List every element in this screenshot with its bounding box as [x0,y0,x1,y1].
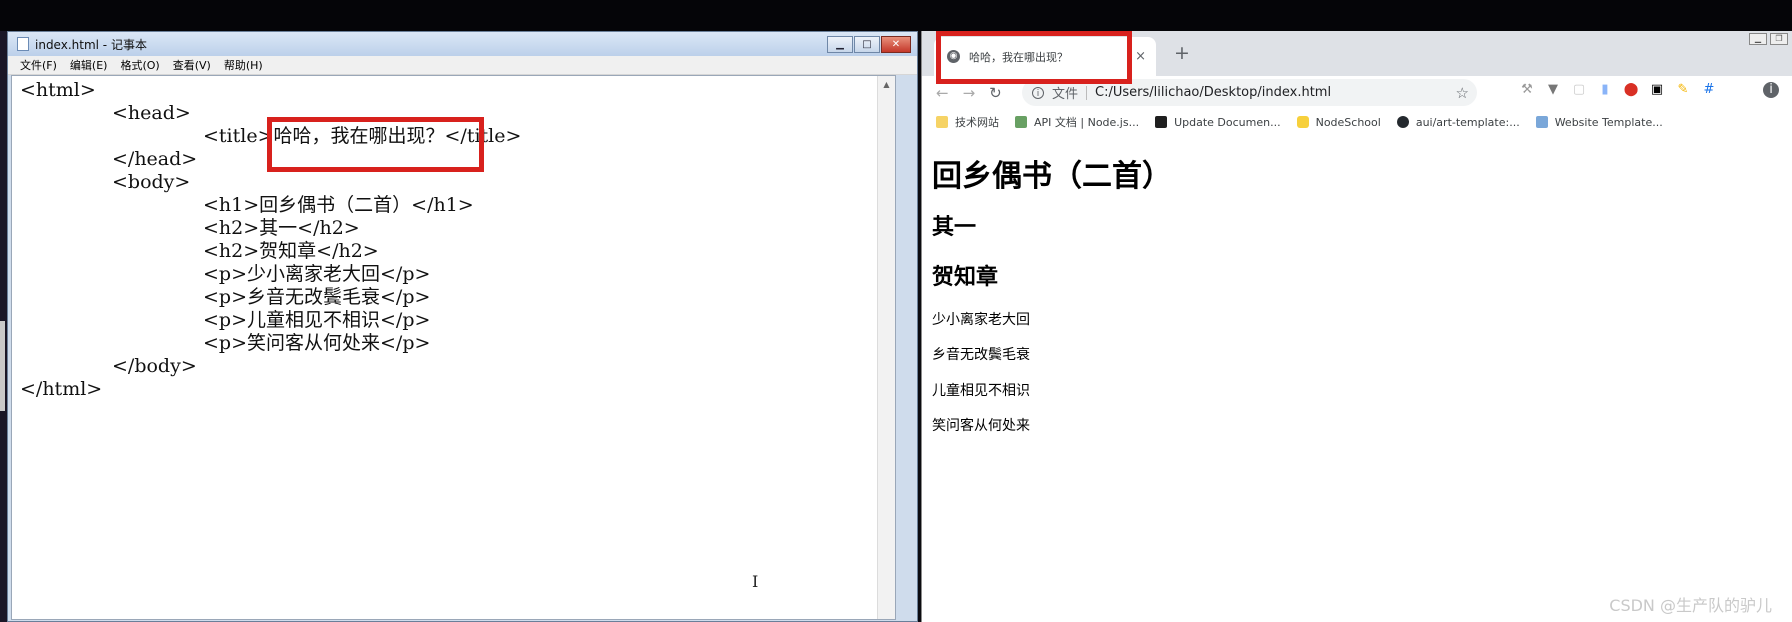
bookmark-label: NodeSchool [1315,115,1381,129]
code-line: <h2>贺知章</h2> [203,240,379,262]
back-icon[interactable]: ← [936,84,949,102]
code-line: <p>笑问客从何处来</p> [203,332,431,354]
browser-tab[interactable]: ◉ 哈哈，我在哪出现？ × [934,37,1156,76]
code-line: </body> [112,355,197,377]
extension-icon[interactable]: ✎ [1675,82,1691,98]
browser-window-controls: ▁ ❐ [1749,33,1788,45]
bookmark-item[interactable]: 技术网站 [936,114,999,130]
code-line: <p>少小离家老大回</p> [203,263,431,285]
code-line: <title>哈哈，我在哪出现？</title> [203,125,522,147]
extension-icon[interactable]: ⚒ [1519,82,1535,98]
desktop-top-strip [0,0,1792,31]
code-line: <html> [20,79,96,101]
bookmarks-bar: 技术网站 API 文档 | Node.js... Update Documen.… [922,109,1792,136]
bookmark-label: Update Documen... [1174,115,1281,129]
bookmark-label: API 文档 | Node.js... [1034,116,1140,129]
browser-tabstrip: ◉ 哈哈，我在哪出现？ × + ▁ ❐ [922,31,1792,76]
desktop-edge-handle [0,321,5,411]
code-line: </head> [112,148,198,170]
desktop-left-strip [0,31,7,622]
bookmark-item[interactable]: API 文档 | Node.js... [1015,114,1139,130]
hexagon-icon [1296,116,1309,128]
reload-icon[interactable]: ↻ [989,84,1002,102]
page-content: 回乡偶书（二首） 其一 贺知章 少小离家老大回 乡音无改鬓毛衰 儿童相见不相识 … [922,135,1792,622]
notepad-scrollbar[interactable]: ▲ [877,76,895,619]
menu-file[interactable]: 文件(F) [20,57,57,73]
bookmark-item[interactable]: NodeSchool [1296,115,1381,129]
bookmark-item[interactable]: aui/art-template:... [1396,115,1520,129]
bookmark-label: Website Template... [1554,115,1663,129]
code-line: <p>儿童相见不相识</p> [203,309,431,331]
menu-help[interactable]: 帮助(H) [224,57,263,73]
code-line: <head> [112,102,191,124]
page-subheading: 贺知章 [932,265,999,290]
extension-icon[interactable]: # [1701,82,1717,98]
page-heading: 回乡偶书（二首） [932,159,1172,194]
page-subheading: 其一 [932,215,977,240]
code-line: </html> [20,378,103,400]
page-paragraph: 儿童相见不相识 [932,383,1030,399]
extension-icon[interactable]: ▢ [1571,82,1587,98]
tab-close-icon[interactable]: × [1135,49,1146,64]
url-text[interactable]: C:/Users/lilichao/Desktop/index.html [1095,85,1331,100]
notepad-title: index.html - 记事本 [35,37,147,52]
notepad-titlebar[interactable]: index.html - 记事本 ▁ □ ✕ [8,32,917,56]
scroll-up-icon[interactable]: ▲ [878,80,895,89]
profile-icon[interactable]: i [1763,82,1779,98]
bookmark-label: aui/art-template:... [1415,115,1520,129]
bookmark-item[interactable]: Website Template... [1535,115,1663,129]
folder-icon [936,116,948,128]
code-line: <h2>其一</h2> [203,217,360,239]
watermark: CSDN @生产队的驴儿 [1609,596,1772,615]
minimize-button[interactable]: ▁ [827,36,853,53]
text-cursor-icon: I [752,572,759,591]
code-line: <h1>回乡偶书（二首）</h1> [203,194,474,216]
code-line: <body> [112,171,191,193]
maximize-button[interactable]: □ [854,36,880,53]
notepad-text-area[interactable]: <html> <head> <title>哈哈，我在哪出现？</title> </he… [11,75,896,620]
leaf-icon [1155,116,1168,128]
info-icon[interactable]: i [1032,86,1044,99]
code-content: <html> <head> <title>哈哈，我在哪出现？</title> </he… [12,76,895,401]
browser-window: ◉ 哈哈，我在哪出现？ × + ▁ ❐ ← → ↻ i 文件 C:/Users/… [921,31,1792,622]
address-bar[interactable]: i 文件 C:/Users/lilichao/Desktop/index.htm… [1022,79,1477,106]
restore-button[interactable]: ❐ [1770,33,1788,45]
extension-icon[interactable]: ▮ [1597,82,1613,98]
page-paragraph: 笑问客从何处来 [932,418,1030,434]
nodejs-icon [1015,116,1027,128]
notepad-icon [17,37,29,51]
bookmark-item[interactable]: Update Documen... [1155,116,1281,129]
extension-icon[interactable]: ▼ [1545,82,1561,98]
extension-icon[interactable]: ▣ [1649,82,1665,98]
tab-title: 哈哈，我在哪出现？ [969,50,1068,64]
browser-toolbar: ← → ↻ i 文件 C:/Users/lilichao/Desktop/ind… [922,76,1792,109]
address-separator [1086,85,1088,100]
code-line: <p>乡音无改鬓毛衰</p> [203,286,431,308]
globe-icon: ◉ [947,50,960,63]
close-button[interactable]: ✕ [881,36,911,53]
extension-icon[interactable]: ⬤ [1623,82,1639,98]
minimize-button[interactable]: ▁ [1749,33,1767,45]
bookmark-label: 技术网站 [955,116,999,129]
menu-format[interactable]: 格式(O) [120,57,159,73]
menu-view[interactable]: 查看(V) [173,57,211,73]
page-paragraph: 乡音无改鬓毛衰 [932,347,1030,363]
page-paragraph: 少小离家老大回 [932,312,1030,328]
notepad-window: index.html - 记事本 ▁ □ ✕ 文件(F) 编辑(E) 格式(O)… [7,31,918,622]
new-tab-button[interactable]: + [1174,42,1190,64]
notepad-window-controls: ▁ □ ✕ [827,36,911,53]
star-icon[interactable]: ☆ [1456,84,1469,102]
github-icon [1396,116,1409,128]
notepad-menubar: 文件(F) 编辑(E) 格式(O) 查看(V) 帮助(H) [8,56,917,75]
scheme-label: 文件 [1052,87,1079,102]
menu-edit[interactable]: 编辑(E) [70,57,108,73]
website-icon [1535,116,1548,128]
forward-icon[interactable]: → [963,84,976,102]
